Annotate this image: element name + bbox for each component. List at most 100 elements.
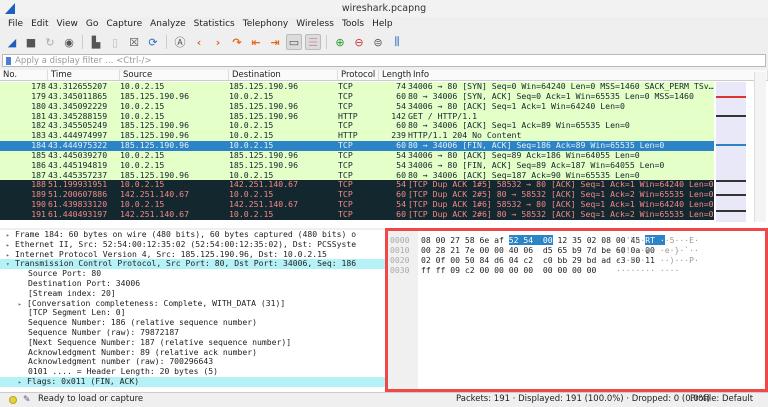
- hex-bytes[interactable]: ff ff 09 c2 00 00 00 00 00 00 00 00: [418, 265, 608, 275]
- packet-dst: 10.0.2.15: [229, 131, 274, 141]
- go-to-packet-icon[interactable]: ↷: [229, 34, 245, 50]
- detail-text: Ethernet II, Src: 52:54:00:12:35:02 (52:…: [15, 238, 357, 249]
- stop-capture-icon[interactable]: ■: [23, 34, 39, 50]
- menu-go[interactable]: Go: [82, 17, 102, 31]
- expert-info-icon[interactable]: [9, 396, 17, 404]
- detail-text: [Stream index: 20]: [28, 287, 116, 298]
- packet-row[interactable]: 190 61.439833120 10.0.2.15 142.251.140.67 TC…: [0, 200, 714, 210]
- hex-ascii[interactable]: ··'Xn·RT ··5···E·: [608, 235, 699, 245]
- column-info[interactable]: Info: [410, 70, 768, 80]
- packet-no: 183: [31, 131, 46, 141]
- title-bar: wireshark.pcapng: [0, 0, 768, 17]
- packet-time: 61.440493197: [48, 209, 108, 219]
- packet-row[interactable]: 187 43.445357237 185.125.190.96 10.0.2.15 TC…: [0, 170, 714, 181]
- packet-no: 190: [31, 200, 46, 210]
- packet-time: 43.345288159: [48, 111, 108, 121]
- hex-bytes[interactable]: 00 28 21 7e 00 00 40 06 d5 65 b9 7d be 6…: [418, 245, 655, 255]
- expand-arrow-icon[interactable]: ▾: [6, 260, 15, 270]
- menu-view[interactable]: View: [53, 17, 82, 31]
- start-capture-icon[interactable]: ◢: [4, 34, 20, 50]
- packet-row[interactable]: 182 43.345505249 185.125.190.96 10.0.2.15 TC…: [0, 121, 714, 132]
- column-source[interactable]: Source: [120, 70, 229, 80]
- next-packet-icon[interactable]: ›: [210, 34, 226, 50]
- packet-counts: Packets: 191 · Displayed: 191 (100.0%) ·…: [456, 394, 711, 404]
- packet-no: 182: [31, 121, 46, 131]
- hex-ascii[interactable]: ········ ····: [608, 265, 679, 275]
- packet-info: 80 → 34006 [SYN, ACK] Seq=0 Ack=1 Win=65…: [408, 91, 694, 101]
- menu-telephony[interactable]: Telephony: [239, 17, 293, 31]
- menu-wireless[interactable]: Wireless: [292, 17, 338, 31]
- hex-ascii[interactable]: ·(!~··@· ·e·}·`··: [608, 245, 699, 255]
- filter-placeholder: Apply a display filter … <Ctrl-/>: [15, 55, 152, 66]
- expand-arrow-icon[interactable]: ▸: [18, 300, 27, 310]
- autoscroll-icon[interactable]: ▭: [286, 34, 302, 50]
- hex-bytes[interactable]: 02 0f 00 50 84 d6 04 c2 c0 bb 29 bd ad c…: [418, 255, 655, 265]
- packet-minimap[interactable]: [716, 82, 746, 222]
- menu-file[interactable]: File: [4, 17, 27, 31]
- hex-ascii-selected: RT ·: [645, 235, 665, 245]
- first-packet-icon[interactable]: ⇤: [248, 34, 264, 50]
- capture-options-icon[interactable]: ◉: [61, 34, 77, 50]
- close-file-icon[interactable]: ☒: [126, 34, 142, 50]
- save-file-icon[interactable]: ▯: [107, 34, 123, 50]
- detail-text: Frame 184: 60 bytes on wire (480 bits), …: [15, 230, 357, 239]
- previous-packet-icon[interactable]: ‹: [191, 34, 207, 50]
- hex-bytes[interactable]: 08 00 27 58 6e af 52 54 00 12 35 02 08 0…: [418, 235, 655, 245]
- hex-ascii-pre: ···P···· ··)···P·: [616, 255, 699, 265]
- column-length[interactable]: Length: [379, 70, 411, 80]
- packet-row[interactable]: 178 43.312655207 10.0.2.15 185.125.190.96 TC…: [0, 82, 714, 92]
- display-filter-input[interactable]: Apply a display filter … <Ctrl-/>: [2, 54, 766, 67]
- column-time[interactable]: Time: [48, 70, 120, 80]
- packet-time: 43.345505249: [48, 121, 108, 131]
- menu-edit[interactable]: Edit: [27, 17, 52, 31]
- packet-proto: TCP: [338, 101, 353, 111]
- packet-info: [TCP Dup ACK 2#5] 80 → 58532 [ACK] Seq=1…: [408, 190, 714, 200]
- find-packet-icon[interactable]: Ⓐ: [172, 34, 188, 50]
- hex-row: 0020 02 0f 00 50 84 d6 04 c2 c0 bb 29 bd …: [388, 255, 699, 265]
- profile-label[interactable]: Profile: Default: [690, 393, 753, 406]
- normal-size-icon[interactable]: ⊜: [370, 34, 386, 50]
- packet-src: 185.125.190.96: [120, 91, 190, 101]
- zoom-out-icon[interactable]: ⊖: [351, 34, 367, 50]
- packet-row[interactable]: 186 43.445194819 10.0.2.15 185.125.190.96 TC…: [0, 160, 714, 171]
- packet-row[interactable]: 179 43.345011865 185.125.190.96 10.0.2.15 TC…: [0, 91, 714, 102]
- bookmark-icon[interactable]: [6, 56, 11, 65]
- resize-columns-icon[interactable]: ⫼: [389, 34, 405, 50]
- column-protocol[interactable]: Protocol: [338, 70, 379, 80]
- packet-row[interactable]: 184 43.444975322 185.125.190.96 10.0.2.15 TC…: [0, 141, 714, 151]
- column-destination[interactable]: Destination: [229, 70, 338, 80]
- packet-row[interactable]: 183 43.444974997 185.125.190.96 10.0.2.15 HT…: [0, 131, 714, 142]
- menu-tools[interactable]: Tools: [338, 17, 368, 31]
- restart-capture-icon[interactable]: ↻: [42, 34, 58, 50]
- packet-row[interactable]: 189 51.200607886 142.251.140.67 10.0.2.15 TC…: [0, 190, 714, 201]
- edit-comment-icon[interactable]: ✎: [23, 394, 31, 407]
- open-file-icon[interactable]: ▙: [88, 34, 104, 50]
- packet-rows: 178 43.312655207 10.0.2.15 185.125.190.96 TC…: [0, 82, 714, 220]
- menu-help[interactable]: Help: [368, 17, 397, 31]
- colorize-icon[interactable]: ☰: [305, 34, 321, 50]
- packet-info: 34006 → 80 [ACK] Seq=89 Ack=186 Win=6405…: [408, 150, 640, 160]
- detail-text: [TCP Segment Len: 0]: [28, 307, 126, 318]
- packet-row[interactable]: 185 43.445039270 10.0.2.15 185.125.190.96 TC…: [0, 150, 714, 161]
- packet-row[interactable]: 188 51.199931951 10.0.2.15 142.251.140.67 TC…: [0, 180, 714, 191]
- menu-analyze[interactable]: Analyze: [146, 17, 189, 31]
- packet-list-scrollbar[interactable]: [754, 72, 766, 222]
- zoom-in-icon[interactable]: ⊕: [332, 34, 348, 50]
- packet-dst: 185.125.190.96: [229, 101, 299, 111]
- packet-row[interactable]: 181 43.345288159 10.0.2.15 185.125.190.96 HT…: [0, 111, 714, 122]
- menu-statistics[interactable]: Statistics: [190, 17, 239, 31]
- packet-proto: HTTP: [338, 111, 358, 121]
- status-message: Ready to load or capture: [38, 394, 144, 404]
- packet-row[interactable]: 180 43.345092229 10.0.2.15 185.125.190.96 TC…: [0, 101, 714, 112]
- expand-arrow-icon[interactable]: ▸: [18, 378, 27, 388]
- packet-src: 185.125.190.96: [120, 170, 190, 180]
- hex-ascii[interactable]: ···P···· ··)···P·: [608, 255, 699, 265]
- packet-row[interactable]: 191 61.440493197 142.251.140.67 10.0.2.15 TC…: [0, 209, 714, 220]
- column-no[interactable]: No.: [0, 70, 48, 80]
- packet-list: No. Time Source Destination Protocol Len…: [0, 70, 768, 228]
- detail-item[interactable]: ▸ Flags: 0x011 (FIN, ACK): [0, 376, 385, 388]
- last-packet-icon[interactable]: ⇥: [267, 34, 283, 50]
- packet-dst: 185.125.190.96: [229, 82, 299, 91]
- reload-file-icon[interactable]: ⟳: [145, 34, 161, 50]
- menu-capture[interactable]: Capture: [102, 17, 146, 31]
